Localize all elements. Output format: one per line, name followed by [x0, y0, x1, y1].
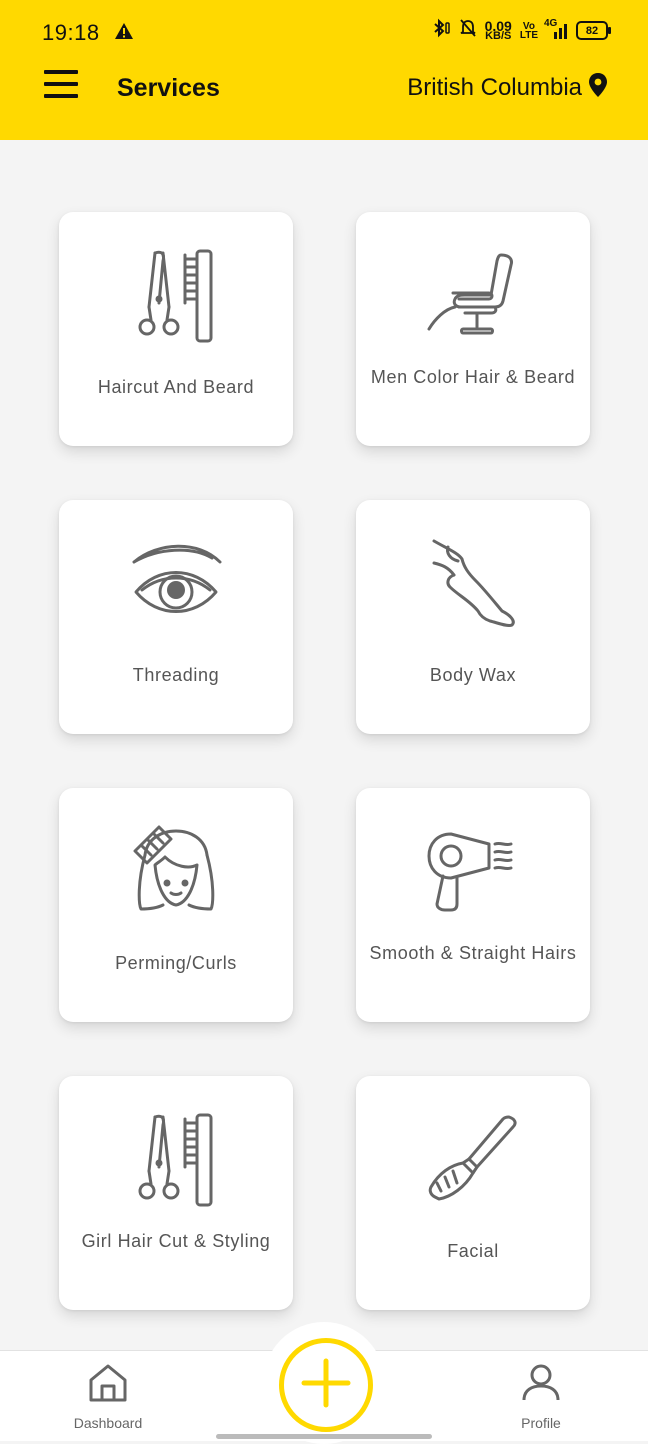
service-card-perming-curls[interactable]: Perming/Curls: [59, 788, 293, 1022]
menu-button[interactable]: [44, 70, 82, 104]
page-title: Services: [117, 74, 220, 102]
menu-line: [44, 94, 78, 98]
nav-dashboard-label: Dashboard: [73, 1415, 143, 1431]
battery-indicator: 82: [576, 21, 611, 40]
service-card-men-color-hair-and-beard[interactable]: Men Color Hair & Beard: [356, 212, 590, 446]
service-label: Smooth & Straight Hairs: [369, 943, 577, 963]
status-time: 19:18: [42, 20, 100, 45]
service-label: Body Wax: [429, 665, 517, 685]
service-label: Girl Hair Cut & Styling: [81, 1231, 271, 1251]
nav-dashboard[interactable]: Dashboard: [48, 1362, 168, 1431]
location-pin-icon: [588, 72, 608, 103]
service-card-threading[interactable]: Threading: [59, 500, 293, 734]
makeup-brush-icon: [356, 1106, 590, 1216]
plus-icon: [298, 1355, 354, 1416]
network-speed: 0.09 KB/S: [484, 17, 512, 42]
bluetooth-icon: [431, 18, 451, 43]
woman-comb-icon: [59, 818, 293, 928]
barber-chair-icon: [356, 242, 590, 352]
leg-wax-icon: [356, 530, 590, 640]
nav-profile-label: Profile: [521, 1415, 561, 1431]
location-label: British Columbia: [407, 73, 582, 101]
service-label: Men Color Hair & Beard: [370, 367, 576, 387]
service-label: Perming/Curls: [115, 953, 237, 973]
service-card-girl-hair-cut-and-styling[interactable]: Girl Hair Cut & Styling: [59, 1076, 293, 1310]
service-card-facial[interactable]: Facial: [356, 1076, 590, 1310]
service-label: Haircut And Beard: [97, 377, 255, 397]
hair-dryer-icon: [356, 818, 590, 928]
service-card-smooth-and-straight-hairs[interactable]: Smooth & Straight Hairs: [356, 788, 590, 1022]
home-indicator: [216, 1434, 432, 1439]
service-label: Threading: [132, 665, 220, 685]
nav-profile[interactable]: Profile: [481, 1362, 601, 1431]
service-label: Facial: [447, 1241, 499, 1261]
location-selector[interactable]: British Columbia: [407, 72, 608, 103]
volte-indicator: Vo LTE: [519, 20, 538, 41]
menu-line: [44, 82, 78, 86]
mute-bell-icon: [459, 18, 477, 43]
signal-icon: 4G: [544, 18, 568, 40]
user-icon: [520, 1364, 562, 1408]
eye-brow-icon: [59, 530, 293, 640]
warning-icon: [114, 22, 134, 45]
scissors-comb-icon: [59, 242, 293, 352]
service-card-body-wax[interactable]: Body Wax: [356, 500, 590, 734]
status-bar: 19:18 0.09 KB/S Vo LTE 4G 82: [0, 0, 648, 64]
home-icon: [87, 1364, 129, 1408]
scissors-comb-icon: [59, 1106, 293, 1216]
add-button[interactable]: [279, 1338, 373, 1432]
service-card-haircut-and-beard[interactable]: Haircut And Beard: [59, 212, 293, 446]
menu-line: [44, 70, 78, 74]
